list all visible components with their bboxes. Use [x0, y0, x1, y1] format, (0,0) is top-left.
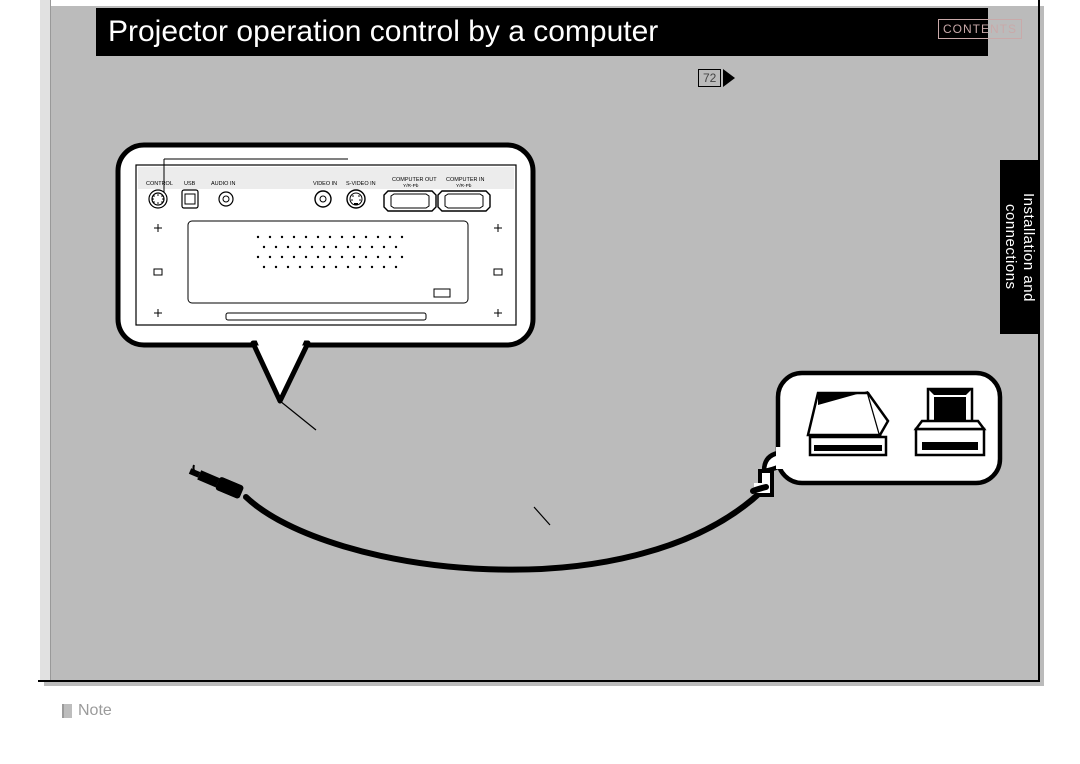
port-sublabel-1: Y/R-Pb: [403, 183, 419, 189]
port-label-control: CONTROL: [146, 181, 173, 187]
next-page-arrow-icon[interactable]: [723, 69, 737, 87]
note-text: Note: [78, 702, 112, 720]
port-label-video-in: VIDEO IN: [313, 181, 337, 187]
port-label-computer-out: COMPUTER OUT: [392, 177, 437, 183]
page-title: Projector operation control by a compute…: [108, 15, 658, 48]
contents-link[interactable]: CONTENTS: [938, 19, 1022, 39]
page-number-value: 72: [698, 69, 721, 87]
port-sublabel-2: Y/R-Pb: [456, 183, 472, 189]
page-container: Projector operation control by a compute…: [38, 0, 1040, 682]
port-label-usb: USB: [184, 181, 196, 187]
port-label-computer-in: COMPUTER IN: [446, 177, 485, 183]
vga-in-port: [438, 191, 490, 211]
note-heading: Note: [62, 702, 112, 720]
contents-link-label: CONTENTS: [943, 22, 1017, 36]
note-bullet-icon: [62, 704, 72, 718]
port-label-audio-in: AUDIO IN: [211, 181, 235, 187]
vga-out-port: [384, 191, 436, 211]
serial-cable-icon: [187, 465, 772, 570]
page-title-bar: Projector operation control by a compute…: [96, 8, 988, 56]
connection-diagram: CONTROL USB AUDIO IN VIDEO IN S-VIDEO IN…: [98, 95, 1018, 655]
page-number-nav[interactable]: 72: [698, 69, 737, 87]
port-label-s-video-in: S-VIDEO IN: [346, 181, 376, 187]
